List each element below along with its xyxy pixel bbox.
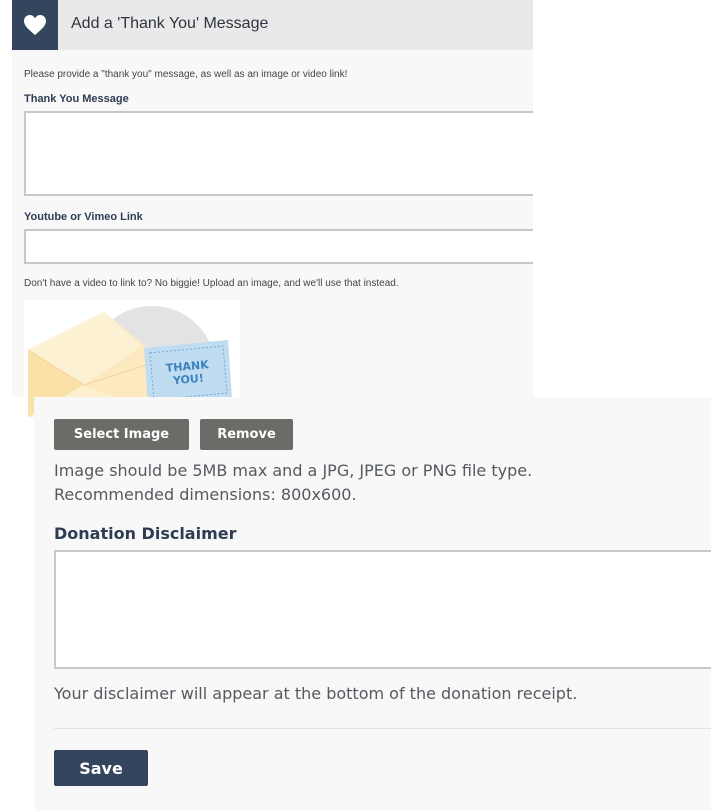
remove-image-button[interactable]: Remove <box>200 419 293 450</box>
donation-disclaimer-input[interactable] <box>54 550 711 669</box>
section-title: Add a 'Thank You' Message <box>71 15 269 32</box>
card-text-line2: YOU! <box>171 372 204 388</box>
image-and-disclaimer-panel: Select Image Remove Image should be 5MB … <box>34 397 711 811</box>
video-link-label: Youtube or Vimeo Link <box>24 211 143 223</box>
image-size-hint: Image should be 5MB max and a JPG, JPEG … <box>54 461 533 480</box>
thank-you-panel: Add a 'Thank You' Message Please provide… <box>12 0 533 417</box>
select-image-button[interactable]: Select Image <box>54 419 189 450</box>
thank-you-message-label: Thank You Message <box>24 93 129 105</box>
intro-text: Please provide a "thank you" message, as… <box>24 69 348 80</box>
heart-icon <box>24 15 46 35</box>
save-button[interactable]: Save <box>54 750 148 786</box>
divider <box>54 728 711 729</box>
donation-disclaimer-label: Donation Disclaimer <box>54 524 237 543</box>
section-header: Add a 'Thank You' Message <box>12 0 533 50</box>
image-dimensions-hint: Recommended dimensions: 800x600. <box>54 485 357 504</box>
heart-icon-box <box>12 0 58 50</box>
thank-you-message-input[interactable] <box>24 111 533 196</box>
disclaimer-note: Your disclaimer will appear at the botto… <box>54 684 578 703</box>
video-link-input[interactable] <box>24 229 533 264</box>
upload-hint: Don't have a video to link to? No biggie… <box>24 278 399 289</box>
